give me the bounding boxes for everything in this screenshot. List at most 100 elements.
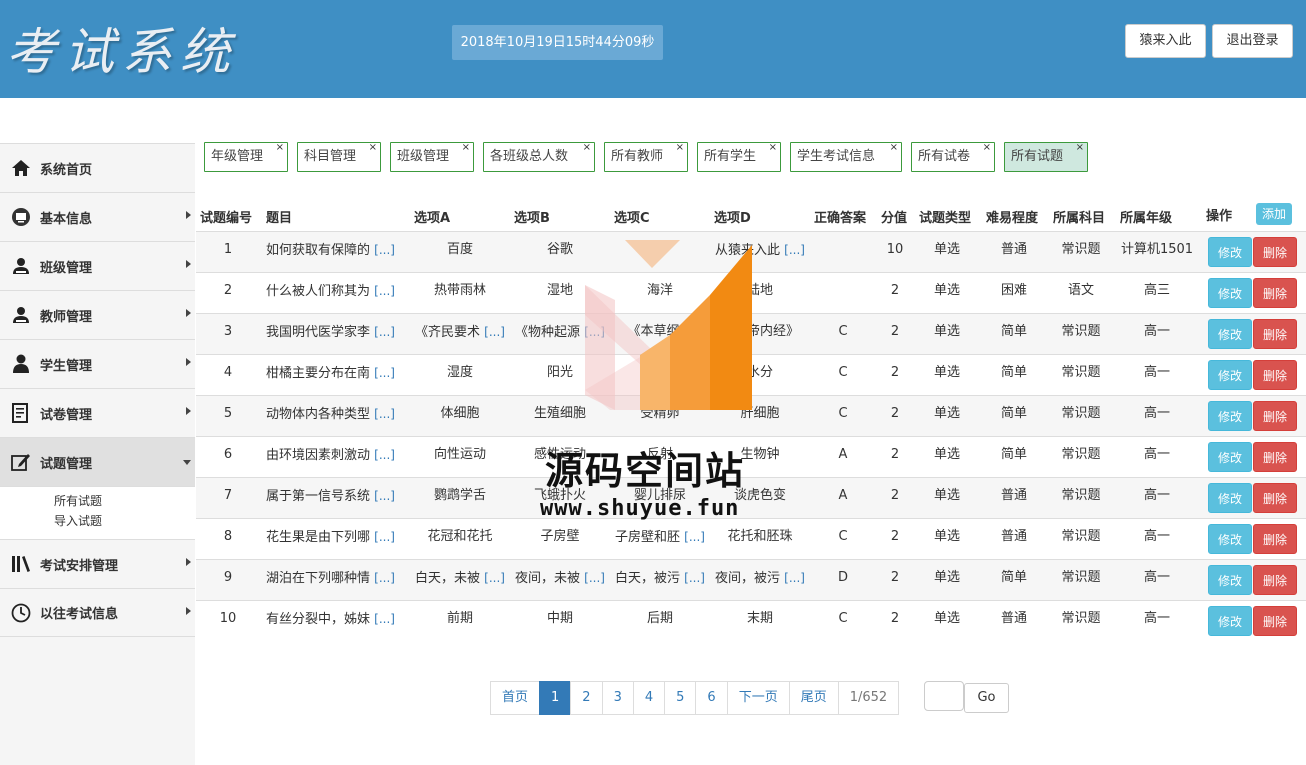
edit-button[interactable]: 修改 <box>1208 483 1252 513</box>
expand-link[interactable]: [...] <box>784 571 805 585</box>
cell-text: 常识题 <box>1061 365 1101 380</box>
edit-button[interactable]: 修改 <box>1208 360 1252 390</box>
edit-icon <box>10 451 32 473</box>
page-link[interactable]: 6 <box>695 681 728 715</box>
page-link[interactable]: 1 <box>539 681 572 715</box>
page-link[interactable]: 2 <box>570 681 603 715</box>
tab-questions[interactable]: 所有试题 × <box>1004 142 1088 172</box>
add-question-button[interactable]: 添加 <box>1256 203 1292 225</box>
expand-link[interactable]: [...] <box>374 366 395 380</box>
page-link[interactable]: 下一页 <box>726 681 790 715</box>
page-link[interactable]: 4 <box>632 681 666 715</box>
cell-text: 有丝分裂中，姊妹 <box>266 612 371 627</box>
edit-button[interactable]: 修改 <box>1208 442 1252 472</box>
tab-papers[interactable]: 所有试卷 × <box>911 142 995 172</box>
close-icon[interactable]: × <box>769 134 777 162</box>
sidebar-item-home[interactable]: 系统首页 <box>0 143 195 192</box>
close-icon[interactable]: × <box>983 134 991 162</box>
tab-class-count[interactable]: 各班级总人数 × <box>483 142 595 172</box>
page-link[interactable]: 首页 <box>490 681 541 715</box>
close-icon[interactable]: × <box>676 134 684 162</box>
expand-link[interactable]: [...] <box>374 325 395 339</box>
delete-button[interactable]: 删除 <box>1253 483 1297 513</box>
edit-button[interactable]: 修改 <box>1208 606 1252 636</box>
expand-link[interactable]: [...] <box>584 325 605 339</box>
page-jump-input[interactable] <box>924 681 964 711</box>
tab-student-exam-info[interactable]: 学生考试信息 × <box>790 142 902 172</box>
page-link[interactable]: 3 <box>601 681 634 715</box>
user-button[interactable]: 猿来入此 <box>1125 24 1206 58</box>
delete-button[interactable]: 删除 <box>1253 606 1297 636</box>
edit-button[interactable]: 修改 <box>1208 565 1252 595</box>
page-go-button[interactable]: Go <box>964 683 1009 713</box>
cell-a: 热带雨林 <box>410 273 510 309</box>
expand-link[interactable]: [...] <box>374 448 395 462</box>
logout-button[interactable]: 退出登录 <box>1212 24 1293 58</box>
close-icon[interactable]: × <box>369 134 377 162</box>
cell-type: 单选 <box>914 232 980 268</box>
expand-link[interactable]: [...] <box>374 284 395 298</box>
expand-link[interactable]: [...] <box>374 489 395 503</box>
delete-button[interactable]: 删除 <box>1253 442 1297 472</box>
expand-link[interactable]: [...] <box>684 571 705 585</box>
edit-button[interactable]: 修改 <box>1208 278 1252 308</box>
page-link[interactable]: 5 <box>664 681 697 715</box>
edit-button[interactable]: 修改 <box>1208 524 1252 554</box>
sidebar-subitem-import-questions[interactable]: 导入试题 <box>54 511 195 531</box>
tab-subject[interactable]: 科目管理 × <box>297 142 381 172</box>
cell-text: A <box>838 488 848 503</box>
expand-link[interactable]: [...] <box>374 407 395 421</box>
delete-button[interactable]: 删除 <box>1253 237 1297 267</box>
sidebar-item-paper[interactable]: 试卷管理 <box>0 388 195 437</box>
cell-level: 简单 <box>981 437 1047 473</box>
expand-link[interactable]: [...] <box>374 571 395 585</box>
column-header: 试题编号 <box>200 211 253 226</box>
tab-teachers[interactable]: 所有教师 × <box>604 142 688 172</box>
delete-button[interactable]: 删除 <box>1253 565 1297 595</box>
delete-button[interactable]: 删除 <box>1253 319 1297 349</box>
sidebar-item-basic-info[interactable]: 基本信息 <box>0 192 195 241</box>
tab-class[interactable]: 班级管理 × <box>390 142 474 172</box>
cell-text: 常识题 <box>1061 570 1101 585</box>
chevron-right-icon <box>186 407 191 415</box>
cell-a: 《齐民要术 [...] <box>410 314 510 351</box>
sidebar-item-past-exams[interactable]: 以往考试信息 <box>0 588 195 637</box>
expand-link[interactable]: [...] <box>374 243 395 257</box>
cell-level: 简单 <box>981 396 1047 432</box>
delete-button[interactable]: 删除 <box>1253 401 1297 431</box>
edit-button[interactable]: 修改 <box>1208 237 1252 267</box>
expand-link[interactable]: [...] <box>374 612 395 626</box>
table-row: 6 由环境因素刺激动 [...] 向性运动 感性运动 反射 生物钟 A 2 单选 简单 常识题 高一修… <box>196 436 1306 477</box>
delete-button[interactable]: 删除 <box>1253 278 1297 308</box>
question-table: 试题编号 题目 选项A 选项B 选项C 选项D 正确答案 分值 试题类型 难易程… <box>196 199 1306 641</box>
cell-text: 子房壁和胚 <box>615 530 681 545</box>
sidebar-subitem-all-questions[interactable]: 所有试题 <box>54 491 195 511</box>
tab-grade[interactable]: 年级管理 × <box>204 142 288 172</box>
sidebar-item-exam-schedule[interactable]: 考试安排管理 <box>0 539 195 588</box>
edit-button[interactable]: 修改 <box>1208 319 1252 349</box>
delete-button[interactable]: 删除 <box>1253 360 1297 390</box>
sidebar-item-student[interactable]: 学生管理 <box>0 339 195 388</box>
close-icon[interactable]: × <box>276 134 284 162</box>
close-icon[interactable]: × <box>1076 134 1084 162</box>
expand-link[interactable]: [...] <box>684 530 705 544</box>
expand-link[interactable]: [...] <box>484 325 505 339</box>
cell-text: 温度 <box>646 365 673 380</box>
close-icon[interactable]: × <box>890 134 898 162</box>
expand-link[interactable]: [...] <box>484 571 505 585</box>
cell-d: 肝细胞 <box>710 396 810 432</box>
expand-link[interactable]: [...] <box>584 571 605 585</box>
expand-link[interactable]: [...] <box>784 243 805 257</box>
sidebar-item-teacher[interactable]: 教师管理 <box>0 290 195 339</box>
expand-link[interactable]: [...] <box>374 530 395 544</box>
page-link[interactable]: 尾页 <box>788 681 839 715</box>
close-icon[interactable]: × <box>583 134 591 162</box>
close-icon[interactable]: × <box>462 134 470 162</box>
sidebar-item-question[interactable]: 试题管理 <box>0 437 195 486</box>
tab-students[interactable]: 所有学生 × <box>697 142 781 172</box>
cell-d: 陆地 <box>710 273 810 309</box>
delete-button[interactable]: 删除 <box>1253 524 1297 554</box>
cell-title: 有丝分裂中，姊妹 [...] <box>266 601 406 638</box>
edit-button[interactable]: 修改 <box>1208 401 1252 431</box>
sidebar-item-class[interactable]: 班级管理 <box>0 241 195 290</box>
